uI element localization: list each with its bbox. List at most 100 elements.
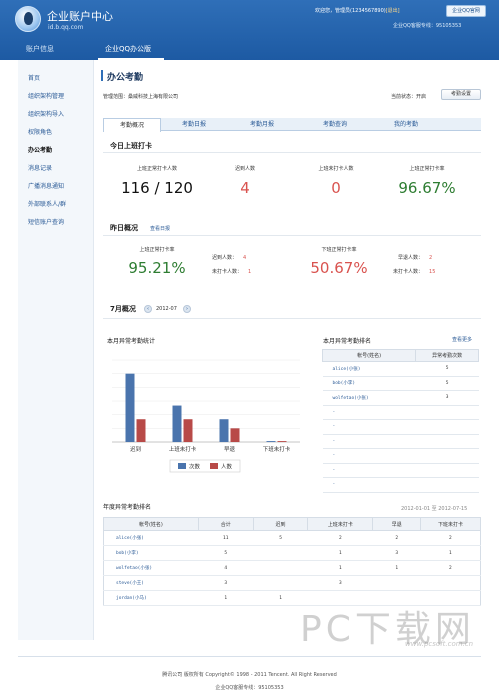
table-row: bob(小李) 5 1 3 1 (103, 545, 481, 561)
annual-date-range: 2012-01-01 至 2012-07-15 (401, 506, 468, 512)
column-header: 下班未打卡 (420, 517, 481, 531)
month-divider (103, 318, 481, 319)
tab-monthly[interactable]: 考勤月报 (233, 118, 291, 131)
count-cell (415, 477, 479, 493)
sidebar-item-attendance[interactable]: 办公考勤 (28, 145, 52, 154)
sidebar-item-org-manage[interactable]: 组织架构管理 (28, 91, 64, 100)
welcome-text: 欢迎您，管理员(1234567890)[退出] (315, 8, 400, 14)
count-cell: 5 (198, 545, 254, 561)
count-cell: 11 (198, 530, 254, 546)
footer-hotline: 企业QQ客服专线：95105353 (215, 685, 284, 691)
account-name-cell[interactable]: bob(小李) (103, 545, 199, 561)
table-row: - (322, 419, 479, 435)
yesterday-section-title: 昨日概况 (110, 224, 138, 232)
tab-overview[interactable]: 考勤概况 (103, 118, 161, 132)
table-header-row: 帐号(姓名) 合计 迟到 上班未打卡 早退 下班未打卡 (103, 517, 481, 531)
legend-label: 人数 (221, 463, 233, 471)
official-site-button[interactable]: 企业QQ官网 (446, 5, 486, 17)
main-nav: 账户信息 企业QQ办公版 (0, 41, 499, 60)
tab-daily[interactable]: 考勤日报 (165, 118, 223, 131)
attendance-settings-button[interactable]: 考勤设置 (441, 89, 481, 100)
annual-rank-title: 年度异常考勤排名 (103, 504, 152, 511)
footer-copyright: 腾讯公司 版权所有 Copyright© 1998 - 2011 Tencent… (162, 672, 337, 678)
rank-title: 本月异常考勤排名 (323, 338, 372, 345)
month-section-title: 7月概况 (110, 305, 136, 313)
kpi-label-on-rate: 上班正常打卡率 (409, 166, 445, 172)
count-cell (415, 419, 479, 435)
abnormal-attendance-chart: 迟到 上班未打卡 早退 下班未打卡次数 人数 (112, 359, 300, 473)
account-name-cell: - (322, 434, 416, 449)
yesterday-on-rate-label: 上班正常打卡率 (139, 247, 175, 253)
count-cell: 2 (372, 530, 421, 546)
current-month: 2012-07 (156, 306, 177, 312)
bar-次数 (125, 373, 135, 442)
prev-month-icon[interactable]: ‹ (144, 305, 152, 313)
kpi-late: 4 (240, 179, 250, 197)
kpi-on-rate: 96.67% (398, 179, 456, 197)
count-cell: 1 (307, 560, 373, 576)
annual-rank-table: 帐号(姓名) 合计 迟到 上班未打卡 早退 下班未打卡 alice(小张) 11 5… (103, 517, 481, 606)
table-row: - (322, 463, 479, 478)
chart-title: 本月异常考勤统计 (107, 338, 156, 345)
bar-次数 (266, 441, 276, 442)
account-name-cell[interactable]: alice(小张) (103, 530, 199, 546)
sidebar-item-roles[interactable]: 权限角色 (28, 127, 52, 136)
count-cell (420, 575, 481, 591)
tab-query[interactable]: 考勤查询 (306, 118, 364, 131)
column-header: 帐号(姓名) (321, 349, 417, 362)
table-row: - (322, 405, 479, 420)
nav-account-info[interactable]: 账户信息 (26, 41, 54, 60)
sidebar-item-home[interactable]: 首页 (28, 73, 40, 82)
tab-my-attendance[interactable]: 我的考勤 (377, 118, 435, 131)
account-name-cell: - (322, 477, 416, 493)
count-cell: 5 (253, 530, 308, 546)
yesterday-off-rate: 50.67% (310, 259, 368, 277)
count-cell (415, 434, 479, 449)
sidebar-item-broadcast[interactable]: 广播消息通知 (28, 181, 64, 190)
column-header: 合计 (197, 517, 254, 531)
view-more-link[interactable]: 查看更多 (452, 336, 472, 343)
column-header: 上班未打卡 (307, 517, 374, 531)
legend-swatch (210, 463, 218, 469)
sidebar-item-messages[interactable]: 消息记录 (28, 163, 52, 172)
count-cell (415, 448, 479, 464)
account-name-cell: - (322, 419, 416, 435)
yesterday-on-rate: 95.21% (128, 259, 186, 277)
count-cell: 3 (415, 390, 479, 406)
bar-人数 (277, 441, 287, 442)
table-row: - (322, 434, 479, 449)
account-name-cell[interactable]: steve(小王) (103, 575, 199, 591)
sidebar-item-org-import[interactable]: 组织架构导入 (28, 109, 64, 118)
logout-link[interactable]: [退出] (386, 8, 400, 14)
account-name-cell[interactable]: wolfetao(小张) (322, 390, 416, 406)
count-cell: 1 (307, 545, 373, 561)
monthly-rank-table: 帐号(姓名) 异常考勤次数 alice(小张) 5 bob(小李) 5 wolfetao… (321, 349, 479, 493)
table-row: - (322, 477, 479, 493)
next-month-icon[interactable]: › (183, 305, 191, 313)
count-cell: 1 (372, 560, 421, 576)
account-name-cell: - (322, 463, 416, 478)
account-name-cell: - (322, 405, 416, 420)
management-scope: 管理范围：桑威科技上海有限公司 (103, 94, 179, 100)
sidebar: 首页 组织架构管理 组织架构导入 权限角色 办公考勤 消息记录 广播消息通知 外… (18, 60, 94, 640)
yesterday-divider (103, 235, 481, 236)
title-accent-bar (101, 70, 103, 81)
account-name-cell[interactable]: bob(小李) (322, 376, 416, 391)
account-name-cell[interactable]: jordan(小马) (103, 590, 199, 606)
kpi-label-late: 迟到人数 (234, 166, 255, 172)
view-daily-link[interactable]: 查看日报 (150, 225, 170, 232)
count-cell: 2 (307, 530, 373, 546)
nav-active-indicator (98, 58, 164, 60)
kpi-on-normal: 116 / 120 (121, 179, 193, 197)
table-row: wolfetao(小张) 3 (322, 390, 479, 406)
table-row: bob(小李) 5 (322, 376, 479, 391)
sidebar-item-external-contacts[interactable]: 外部联系人/群 (28, 199, 66, 208)
account-name-cell: - (322, 448, 416, 464)
column-header: 早退 (372, 517, 422, 531)
account-name-cell[interactable]: alice(小张) (322, 361, 416, 377)
count-cell: 2 (420, 530, 481, 546)
sidebar-item-sms-account[interactable]: 短信账户查询 (28, 217, 64, 226)
count-cell: 5 (415, 361, 479, 377)
count-cell: 4 (198, 560, 254, 576)
account-name-cell[interactable]: wolfetao(小张) (103, 560, 199, 576)
